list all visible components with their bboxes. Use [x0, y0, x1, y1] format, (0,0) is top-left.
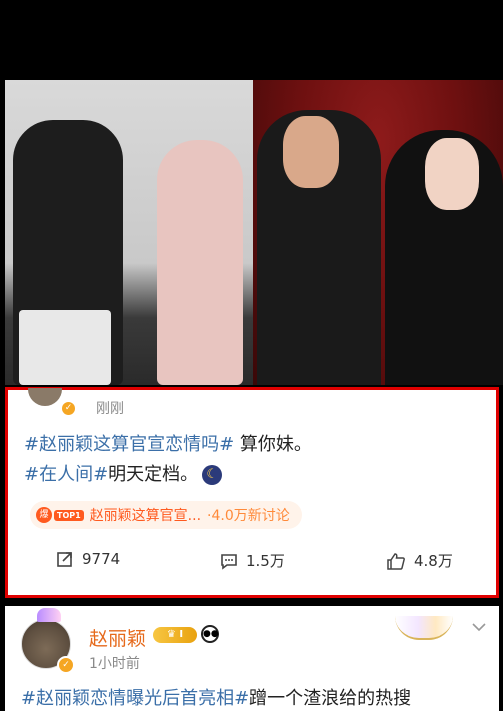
post-text: 算你妹。	[234, 434, 312, 455]
username[interactable]: 赵丽颖	[89, 624, 146, 651]
photo-right[interactable]	[253, 80, 503, 385]
post-text-line-1: #赵丽颖这算官宣恋情吗# 算你妹。	[24, 430, 312, 456]
decoration-card-icon	[395, 616, 453, 640]
topic-link-zairenjian[interactable]: #在人间#	[24, 464, 108, 485]
avatar-frame-icon	[37, 608, 61, 622]
like-count: 4.8万	[414, 552, 453, 570]
divider	[5, 598, 499, 606]
woman-face-right	[425, 138, 479, 210]
highlighted-post[interactable]: ✓ 刚刚 #赵丽颖这算官宣恋情吗# 算你妹。 #在人间#明天定档。 ☾ 爆 TOP…	[5, 387, 499, 598]
thumbs-up-icon	[387, 552, 405, 570]
action-bar: 9774 1.5万 4.8万	[8, 550, 496, 586]
fire-icon: 爆	[36, 507, 52, 523]
post-time: 1小时前	[89, 656, 140, 672]
post-text: #赵丽颖恋情曝光后首亮相#蹭一个渣浪给的热搜	[21, 688, 412, 709]
hot-topic-title: 赵丽颖这算官宣...	[89, 508, 202, 524]
like-button[interactable]: 4.8万	[386, 550, 453, 571]
panda-icon: ●●	[201, 625, 219, 643]
vip-badge-icon[interactable]: ♛ I	[153, 627, 197, 643]
photo-left[interactable]	[5, 80, 253, 385]
comment-button[interactable]: 1.5万	[220, 550, 285, 571]
hot-topic-pill[interactable]: 爆 TOP1 赵丽颖这算官宣... ·4.0万新讨论	[30, 501, 302, 529]
second-post[interactable]: ✓ 赵丽颖 ♛ I ●● 1小时前 #赵丽颖恋情曝光后首亮相#蹭一个渣浪给的热搜	[5, 606, 499, 711]
post-text: 明天定档。	[108, 464, 199, 485]
man-face-right	[283, 116, 339, 188]
chevron-down-icon[interactable]	[471, 621, 487, 633]
discussion-count: ·4.0万新讨论	[207, 508, 290, 524]
verified-badge-icon: ✓	[60, 400, 77, 417]
repost-icon	[57, 552, 72, 567]
man-pants-left	[19, 310, 111, 385]
topic-link[interactable]: #赵丽颖这算官宣恋情吗#	[24, 434, 234, 455]
comment-count: 1.5万	[246, 552, 285, 570]
post-text-line-2: #在人间#明天定档。 ☾	[24, 460, 223, 486]
verified-badge-icon: ✓	[57, 656, 75, 674]
repost-button[interactable]: 9774	[56, 550, 120, 568]
topic-link[interactable]: #赵丽颖恋情曝光后首亮相#	[21, 688, 249, 709]
photo-collage[interactable]	[5, 80, 503, 385]
comment-icon	[221, 553, 237, 570]
rank-badge: TOP1	[54, 509, 84, 521]
repost-count: 9774	[82, 550, 121, 568]
woman-figure-left	[157, 140, 243, 385]
moon-emoji-icon: ☾	[202, 465, 223, 485]
avatar[interactable]	[28, 388, 62, 406]
post-time: 刚刚	[96, 401, 124, 417]
